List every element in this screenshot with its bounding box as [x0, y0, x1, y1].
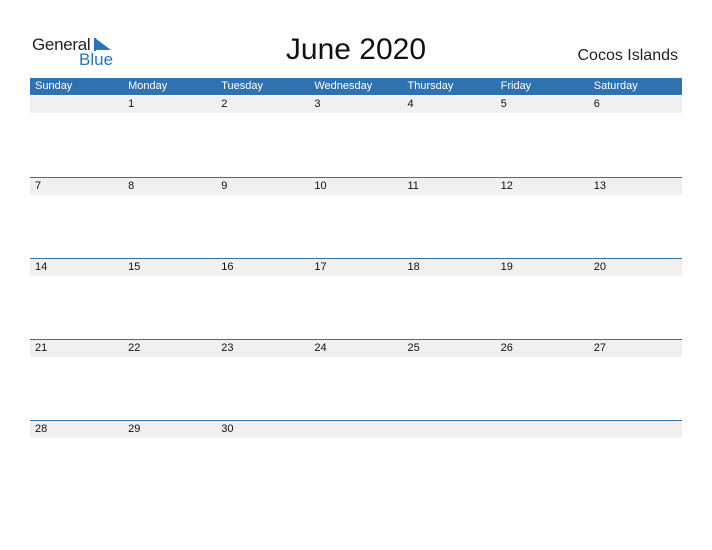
- day-cell: [309, 421, 402, 438]
- day-cell: 21: [35, 342, 48, 354]
- week-row-1: 1 2 3 4 5 6: [30, 96, 682, 177]
- day-cell: 12: [500, 180, 513, 192]
- day-cell: 16: [221, 261, 234, 273]
- day-cell: 27: [593, 342, 606, 354]
- day-cell: [589, 421, 682, 438]
- day-cell: 17: [314, 261, 327, 273]
- weekday-sunday: Sunday: [35, 80, 73, 92]
- day-cell: 7: [35, 180, 42, 192]
- day-cell: [30, 96, 123, 113]
- weekday-monday: Monday: [128, 80, 168, 92]
- weekday-tuesday: Tuesday: [221, 80, 264, 92]
- day-cell: 4: [407, 98, 414, 110]
- day-cell: 14: [35, 261, 48, 273]
- day-cell: 18: [407, 261, 420, 273]
- day-cell: 19: [500, 261, 513, 273]
- day-cell: [403, 421, 496, 438]
- day-cell: 10: [314, 180, 327, 192]
- day-cell: 26: [500, 342, 513, 354]
- day-cell: 13: [593, 180, 606, 192]
- day-cell: 25: [407, 342, 420, 354]
- week-row-3: 14 15 16 17 18 19 20: [30, 258, 682, 340]
- day-cell: 29: [128, 423, 141, 435]
- weekday-friday: Friday: [500, 80, 532, 92]
- weekday-saturday: Saturday: [593, 80, 638, 92]
- day-cell: 1: [128, 98, 135, 110]
- country-label: Cocos Islands: [577, 47, 679, 64]
- day-cell: 8: [128, 180, 135, 192]
- day-cell: 22: [128, 342, 141, 354]
- day-cell: 2: [221, 98, 228, 110]
- weekday-wednesday: Wednesday: [314, 80, 373, 92]
- day-cell: 9: [221, 180, 228, 192]
- weekday-thursday: Thursday: [407, 80, 454, 92]
- day-cell: 11: [407, 180, 419, 192]
- day-cell: 5: [500, 98, 507, 110]
- day-cell: 23: [221, 342, 234, 354]
- day-cell: 6: [593, 98, 600, 110]
- day-cell: 20: [593, 261, 606, 273]
- day-cell: 28: [35, 423, 48, 435]
- day-cell: 15: [128, 261, 141, 273]
- week-row-5: 28 29 30: [30, 420, 682, 502]
- day-cell: [496, 421, 589, 438]
- week-row-4: 21 22 23 24 25 26 27: [30, 339, 682, 421]
- weekday-header: Sunday Monday Tuesday Wednesday Thursday…: [30, 78, 682, 95]
- day-cell: 30: [221, 423, 234, 435]
- week-row-2: 7 8 9 10 11 12 13: [30, 177, 682, 259]
- day-cell: 3: [314, 98, 321, 110]
- day-cell: 24: [314, 342, 327, 354]
